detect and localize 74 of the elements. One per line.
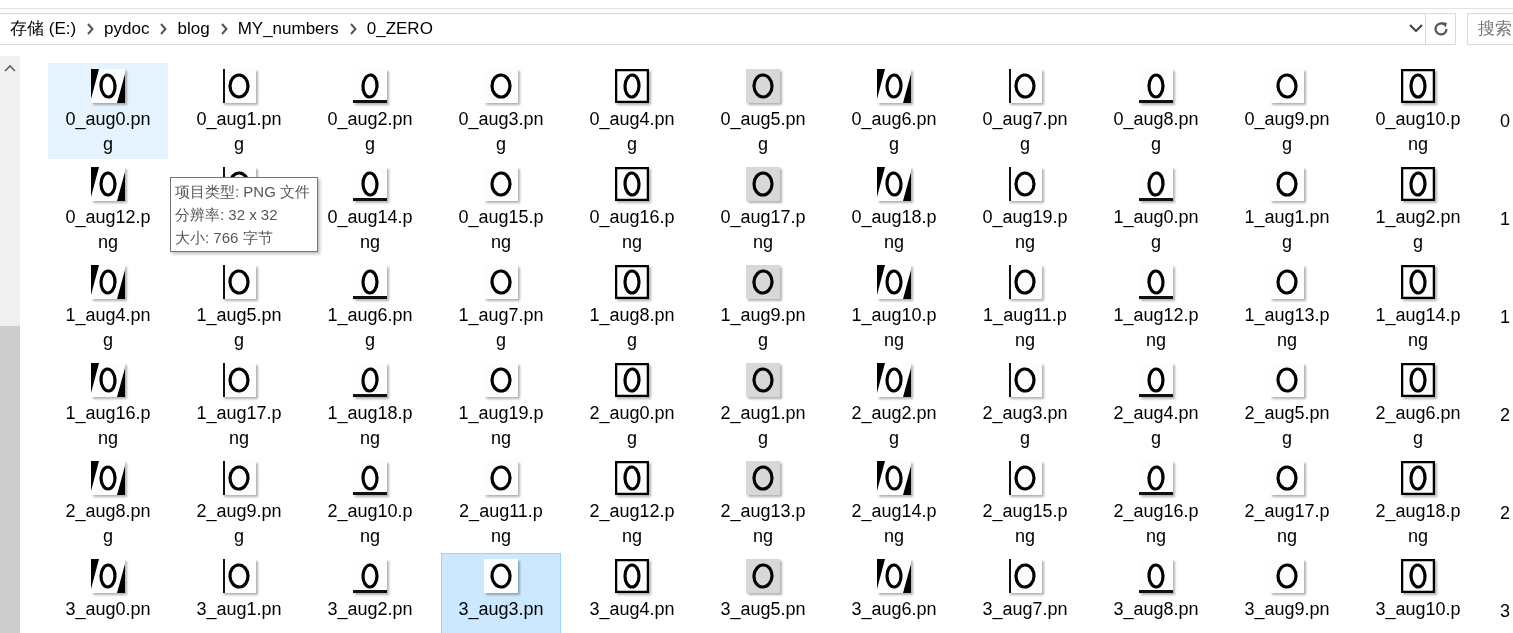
file-name: 0_aug9.png [1243,108,1331,156]
file-name: 2 [1500,404,1510,427]
tooltip-line: 分辨率: 32 x 32 [175,205,279,225]
file-name: 0_aug3.png [457,108,545,156]
file-name: 0_aug1.png [195,108,283,156]
file-name: 0_aug4.png [588,108,676,156]
file-name: 1_aug19.png [457,402,545,450]
file-name: 0_aug2.png [326,108,414,156]
file-name: 2_aug18.png [1374,500,1462,548]
file-name: 2_aug16.png [1112,500,1200,548]
file-name: 1_aug13.png [1243,304,1331,352]
file-name: 1_aug5.png [195,304,283,352]
file-name: 0_aug12.png [64,206,152,254]
file-name: 0_aug15.png [457,206,545,254]
file-name: 1_aug1.png [1243,206,1331,254]
file-name: 3_aug6.pn [850,598,938,622]
file-name: 1_aug4.png [64,304,152,352]
file-name: 0_aug8.png [1112,108,1200,156]
file-name: 2_aug9.png [195,500,283,548]
file-name: 0 [1500,110,1510,133]
tooltip-line: 大小: 766 字节 [175,228,274,248]
file-name: 2_aug3.png [981,402,1069,450]
file-name: 3_aug5.pn [719,598,807,622]
file-name: 0_aug14.png [326,206,414,254]
file-name: 2_aug6.png [1374,402,1462,450]
file-name: 0_aug16.png [588,206,676,254]
file-name: 1_aug9.png [719,304,807,352]
file-name: 2_aug11.png [458,500,544,548]
file-name: 0_aug10.png [1374,108,1462,156]
file-name: 1_aug17.png [195,402,283,450]
file-name: 0_aug0.png [64,108,152,156]
file-name: 3_aug4.pn [588,598,676,622]
file-name: 3_aug3.pn [457,598,545,622]
tooltip-line: 项目类型: PNG 文件 [175,182,311,202]
file-name: 1_aug18.png [326,402,414,450]
file-name: 2_aug17.png [1243,500,1331,548]
file-name: 2_aug8.png [64,500,152,548]
file-name: 0_aug19.png [981,206,1069,254]
file-name: 1_aug6.png [326,304,414,352]
file-name: 2_aug1.png [719,402,807,450]
file-name: 2_aug0.png [588,402,676,450]
file-name: 1_aug2.png [1374,206,1462,254]
file-name: 2_aug5.png [1243,402,1331,450]
file-name: 1_aug16.png [64,402,152,450]
file-name: 0_aug6.png [850,108,938,156]
file-name: 1_aug10.png [850,304,938,352]
file-name: 3_aug8.pn [1112,598,1200,622]
file-name: 1_aug14.png [1374,304,1462,352]
file-name: 3_aug10.p [1374,598,1462,622]
file-name: 1_aug7.png [457,304,545,352]
file-name: 3 [1500,600,1510,623]
file-name: 2_aug4.png [1112,402,1200,450]
file-name: 3_aug7.pn [981,598,1069,622]
file-name: 0_aug7.png [981,108,1069,156]
file-name: 2_aug2.png [850,402,938,450]
file-name: 1 [1500,208,1510,231]
file-name: 3_aug1.pn [195,598,283,622]
file-name: 0_aug5.png [719,108,807,156]
file-name: 3_aug2.pn [326,598,414,622]
file-name: 1_aug8.png [588,304,676,352]
file-name: 3_aug0.pn [64,598,152,622]
file-name: 1 [1500,306,1510,329]
file-name: 2_aug10.png [326,500,414,548]
file-name: 1_aug0.png [1112,206,1200,254]
file-name: 0_aug18.png [850,206,938,254]
file-name: 2_aug15.png [981,500,1069,548]
file-name: 3_aug9.pn [1243,598,1331,622]
file-name: 0_aug17.png [719,206,807,254]
file-name: 2_aug14.png [850,500,938,548]
file-name: 2_aug12.png [588,500,676,548]
file-name: 2_aug13.png [719,500,807,548]
file-name: 1_aug12.png [1112,304,1200,352]
file-name: 1_aug11.png [982,304,1068,352]
file-name: 2 [1500,502,1510,525]
